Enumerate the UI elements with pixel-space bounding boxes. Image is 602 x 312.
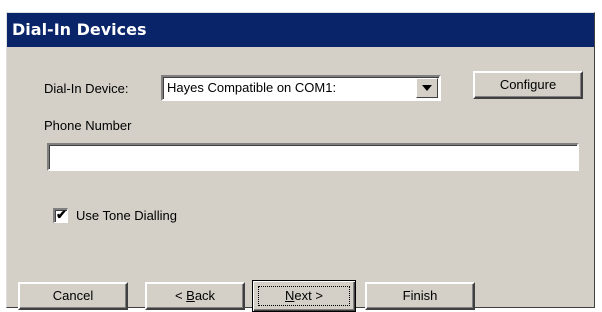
phone-number-label: Phone Number [44, 118, 132, 133]
finish-button[interactable]: Finish [365, 282, 475, 310]
dropdown-button[interactable] [416, 78, 438, 98]
phone-number-input[interactable] [47, 143, 579, 171]
window-title: Dial-In Devices [7, 13, 594, 47]
dial-in-device-label: Dial-In Device: [44, 81, 129, 96]
dial-in-device-value: Hayes Compatible on COM1: [167, 80, 337, 95]
back-rest: ack [194, 288, 216, 303]
back-button[interactable]: < Back [145, 282, 245, 310]
configure-button[interactable]: Configure [473, 71, 583, 99]
focus-rectangle [258, 286, 350, 306]
dial-in-devices-dialog: Dial-In Devices Dial-In Device: Hayes Co… [6, 12, 595, 312]
cancel-button[interactable]: Cancel [18, 282, 128, 310]
checkmark-icon: ✔ [56, 207, 67, 222]
dial-in-device-select[interactable]: Hayes Compatible on COM1: [161, 75, 441, 101]
chevron-down-icon [422, 85, 432, 91]
use-tone-dialling-label[interactable]: Use Tone Dialling [76, 208, 177, 223]
next-button[interactable]: Next > [252, 280, 356, 312]
back-prefix: < [174, 288, 187, 303]
back-accelerator: B [186, 288, 195, 303]
use-tone-dialling-checkbox[interactable]: ✔ [53, 207, 68, 223]
